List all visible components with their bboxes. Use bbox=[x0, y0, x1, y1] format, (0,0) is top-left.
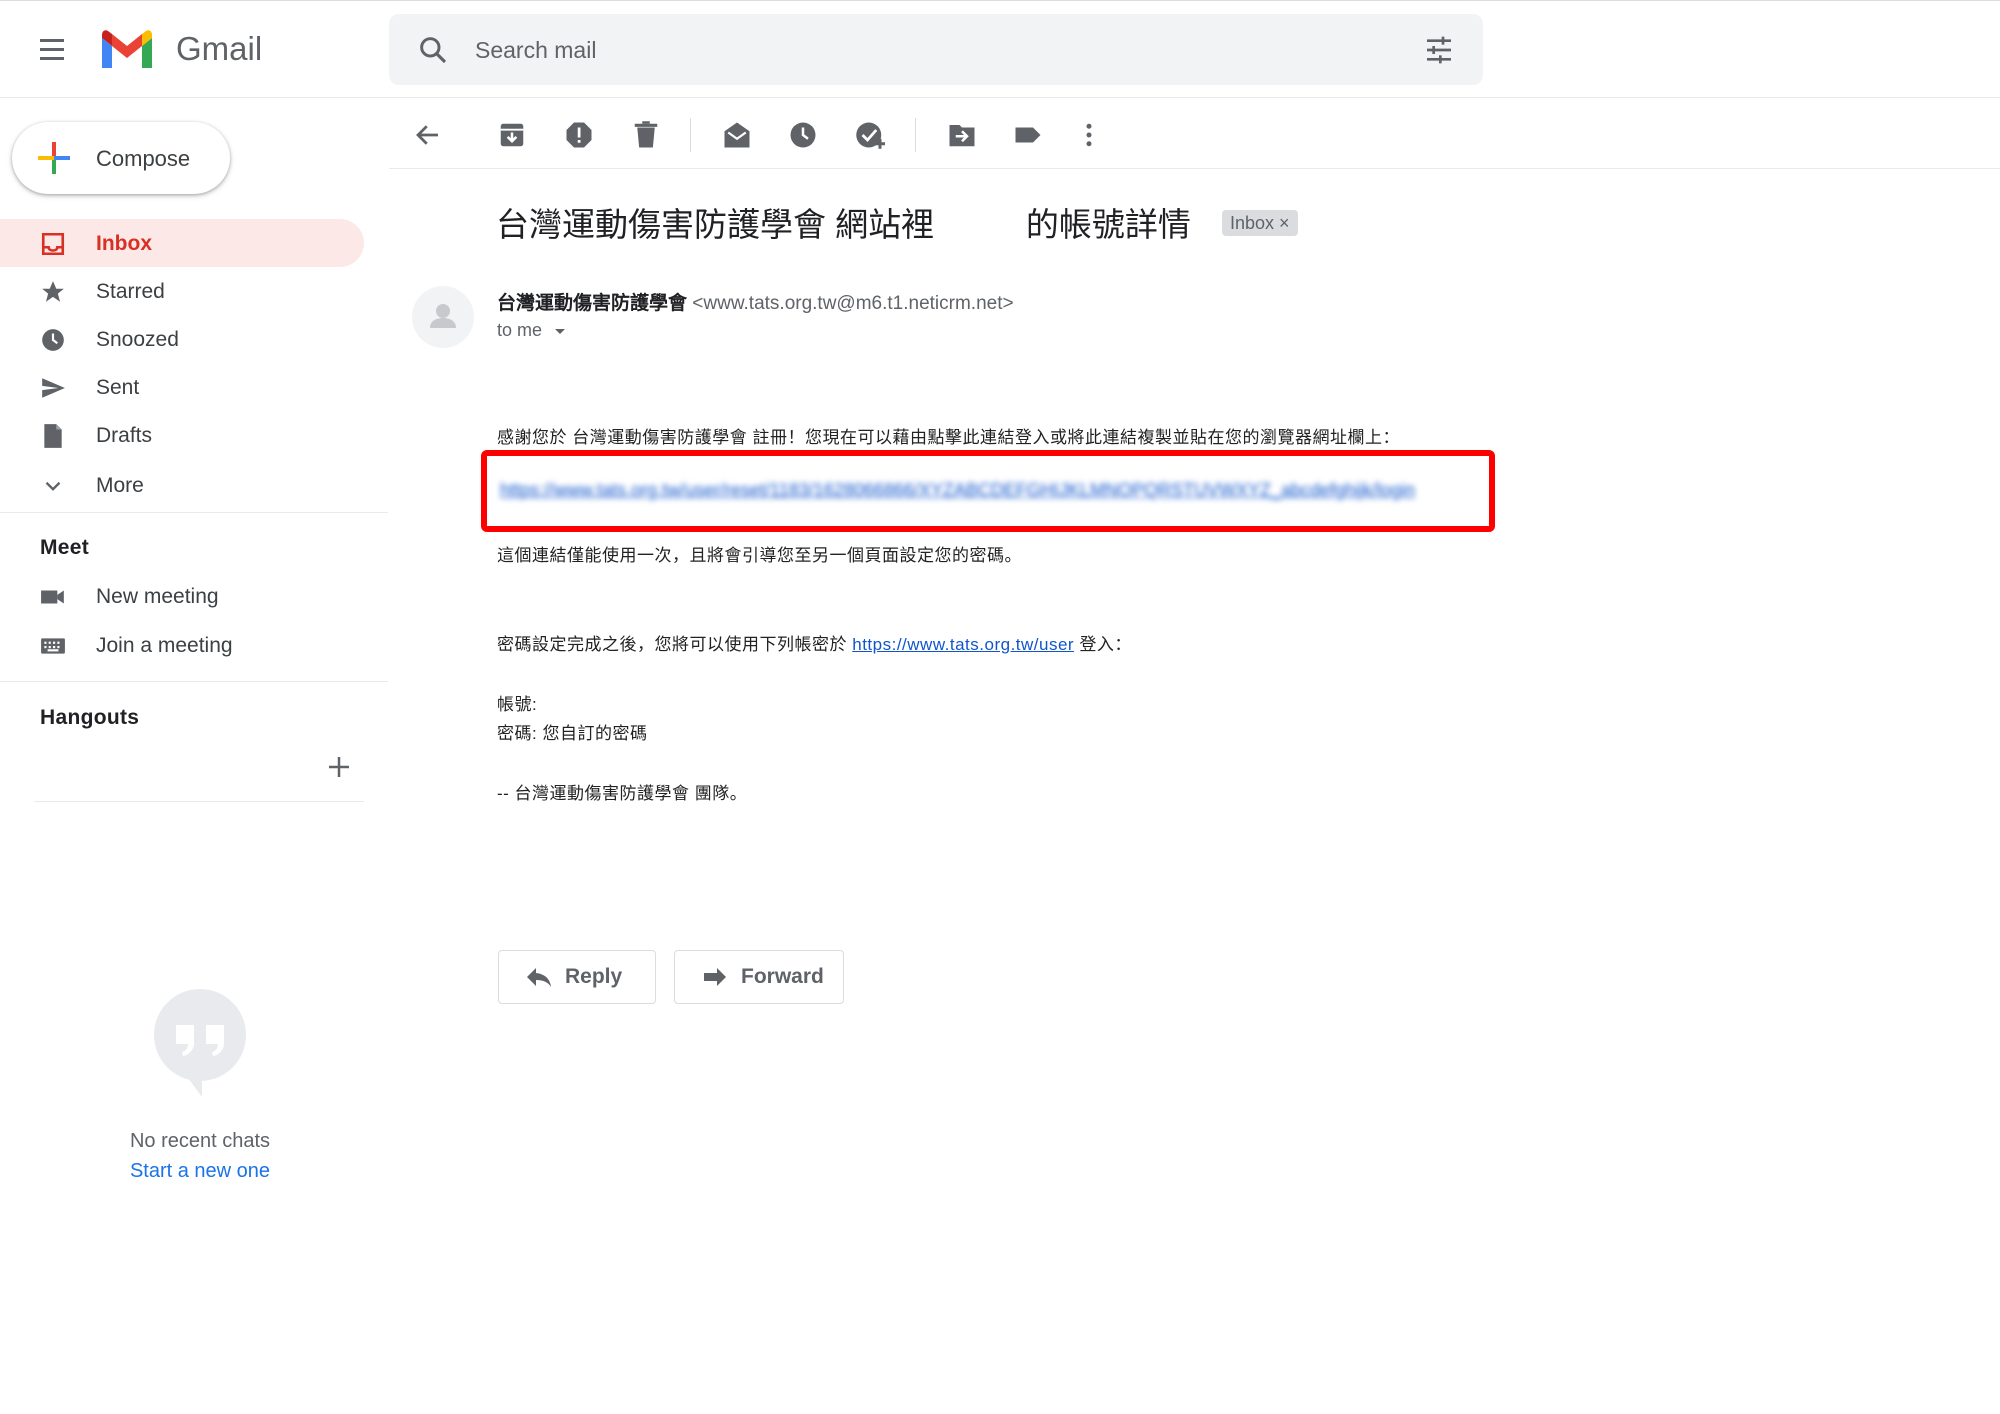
inbox-icon bbox=[41, 232, 65, 256]
sidebar-item-snoozed[interactable]: Snoozed bbox=[0, 315, 364, 363]
search-icon[interactable] bbox=[417, 34, 449, 66]
email-subject: 台灣運動傷害防護學會 網站裡 的帳號詳情 bbox=[496, 206, 1191, 243]
body-login-line: 密碼設定完成之後，您將可以使用下列帳密於 https://www.tats.or… bbox=[497, 630, 1132, 655]
site-user-link[interactable]: https://www.tats.org.tw/user bbox=[852, 635, 1074, 654]
link-highlight-box bbox=[481, 450, 1495, 532]
recipient-details[interactable]: to me bbox=[497, 320, 567, 341]
sidebar-item-inbox[interactable]: Inbox bbox=[0, 219, 364, 267]
toolbar-separator bbox=[690, 118, 691, 152]
add-chat-icon[interactable] bbox=[324, 752, 354, 782]
body-login-suffix: 登入： bbox=[1074, 635, 1132, 654]
sidebar-item-sent[interactable]: Sent bbox=[0, 363, 364, 411]
star-icon bbox=[42, 281, 64, 302]
header: Gmail bbox=[0, 0, 2000, 98]
sender-email: <www.tats.org.tw@m6.t1.neticrm.net> bbox=[692, 293, 1014, 314]
reply-icon bbox=[527, 968, 551, 987]
sender-line: 台灣運動傷害防護學會 <www.tats.org.tw@m6.t1.neticr… bbox=[497, 288, 1014, 315]
gmail-logo-icon[interactable] bbox=[98, 28, 156, 72]
keyboard-icon bbox=[41, 638, 65, 654]
sidebar-divider bbox=[0, 681, 388, 682]
more-vert-icon[interactable] bbox=[1074, 120, 1104, 150]
sidebar-item-label: Join a meeting bbox=[96, 634, 233, 657]
body-intro-line: 感謝您於 台灣運動傷害防護學會 註冊！您現在可以藉由點擊此連結登入或將此連結複製… bbox=[497, 428, 1400, 447]
sidebar-item-label: Sent bbox=[96, 376, 140, 399]
sidebar-divider bbox=[0, 512, 388, 513]
chevron-down-icon bbox=[45, 481, 61, 491]
sidebar-item-more[interactable]: More bbox=[0, 461, 364, 509]
add-task-icon[interactable] bbox=[855, 120, 885, 150]
account-label: 帳號: bbox=[497, 695, 538, 714]
person-icon bbox=[430, 304, 456, 328]
sender-avatar[interactable] bbox=[412, 286, 474, 348]
sidebar-item-new-meeting[interactable]: New meeting bbox=[0, 572, 364, 620]
mark-unread-icon[interactable] bbox=[722, 120, 752, 150]
forward-label: Forward bbox=[741, 965, 824, 988]
search-options-icon[interactable] bbox=[1423, 34, 1455, 66]
sidebar-item-drafts[interactable]: Drafts bbox=[0, 411, 364, 459]
toolbar-divider bbox=[389, 168, 2000, 169]
sidebar-item-label: More bbox=[96, 474, 144, 497]
search-bar[interactable] bbox=[389, 14, 1483, 85]
no-recent-chats-text: No recent chats bbox=[129, 1130, 271, 1152]
sidebar-item-label: Snoozed bbox=[96, 328, 179, 351]
toolbar-separator bbox=[915, 118, 916, 152]
snooze-icon[interactable] bbox=[788, 120, 818, 150]
recipient-label: to me bbox=[497, 320, 543, 340]
body-one-time-line: 這個連結僅能使用一次，且將會引導您至另一個頁面設定您的密碼。 bbox=[497, 546, 1022, 565]
report-spam-icon[interactable] bbox=[564, 120, 594, 150]
video-icon bbox=[41, 590, 64, 604]
password-line: 密碼: 您自訂的密碼 bbox=[497, 724, 648, 743]
start-new-chat-link[interactable]: Start a new one bbox=[0, 1160, 400, 1183]
clock-icon bbox=[42, 329, 64, 351]
reply-button[interactable]: Reply bbox=[498, 950, 656, 1004]
meet-section-title: Meet bbox=[40, 536, 90, 559]
inbox-label-chip[interactable]: Inbox × bbox=[1222, 210, 1298, 236]
hangouts-section-title: Hangouts bbox=[40, 706, 140, 729]
search-input[interactable] bbox=[473, 30, 1357, 70]
archive-icon[interactable] bbox=[497, 120, 527, 150]
sidebar-item-label: Inbox bbox=[96, 232, 152, 255]
caret-down-icon[interactable] bbox=[553, 326, 567, 336]
hangouts-chat-bubble-icon bbox=[154, 989, 246, 1097]
back-icon[interactable] bbox=[413, 120, 443, 150]
sidebar-item-label: New meeting bbox=[96, 585, 219, 608]
reply-label: Reply bbox=[565, 965, 623, 988]
signature-line: -- 台灣運動傷害防護學會 團隊。 bbox=[497, 784, 748, 803]
sidebar-item-label: Starred bbox=[96, 280, 165, 303]
sidebar-item-starred[interactable]: Starred bbox=[0, 267, 364, 315]
send-icon bbox=[42, 378, 65, 398]
hangouts-divider bbox=[34, 801, 364, 802]
sidebar-item-join-meeting[interactable]: Join a meeting bbox=[0, 621, 364, 669]
gmail-wordmark: Gmail bbox=[176, 30, 263, 67]
sidebar-item-label: Drafts bbox=[96, 424, 153, 447]
draft-icon bbox=[44, 424, 62, 448]
compose-plus-icon bbox=[38, 142, 70, 174]
compose-button[interactable]: Compose bbox=[12, 122, 230, 194]
move-to-icon[interactable] bbox=[947, 120, 977, 150]
forward-button[interactable]: Forward bbox=[674, 950, 844, 1004]
body-login-prefix: 密碼設定完成之後，您將可以使用下列帳密於 bbox=[497, 635, 853, 654]
label-icon[interactable] bbox=[1013, 120, 1043, 150]
delete-icon[interactable] bbox=[631, 120, 661, 150]
main-menu-button[interactable] bbox=[36, 34, 68, 66]
forward-icon bbox=[704, 968, 726, 986]
sender-name[interactable]: 台灣運動傷害防護學會 bbox=[497, 293, 687, 314]
compose-label: Compose bbox=[96, 146, 191, 171]
